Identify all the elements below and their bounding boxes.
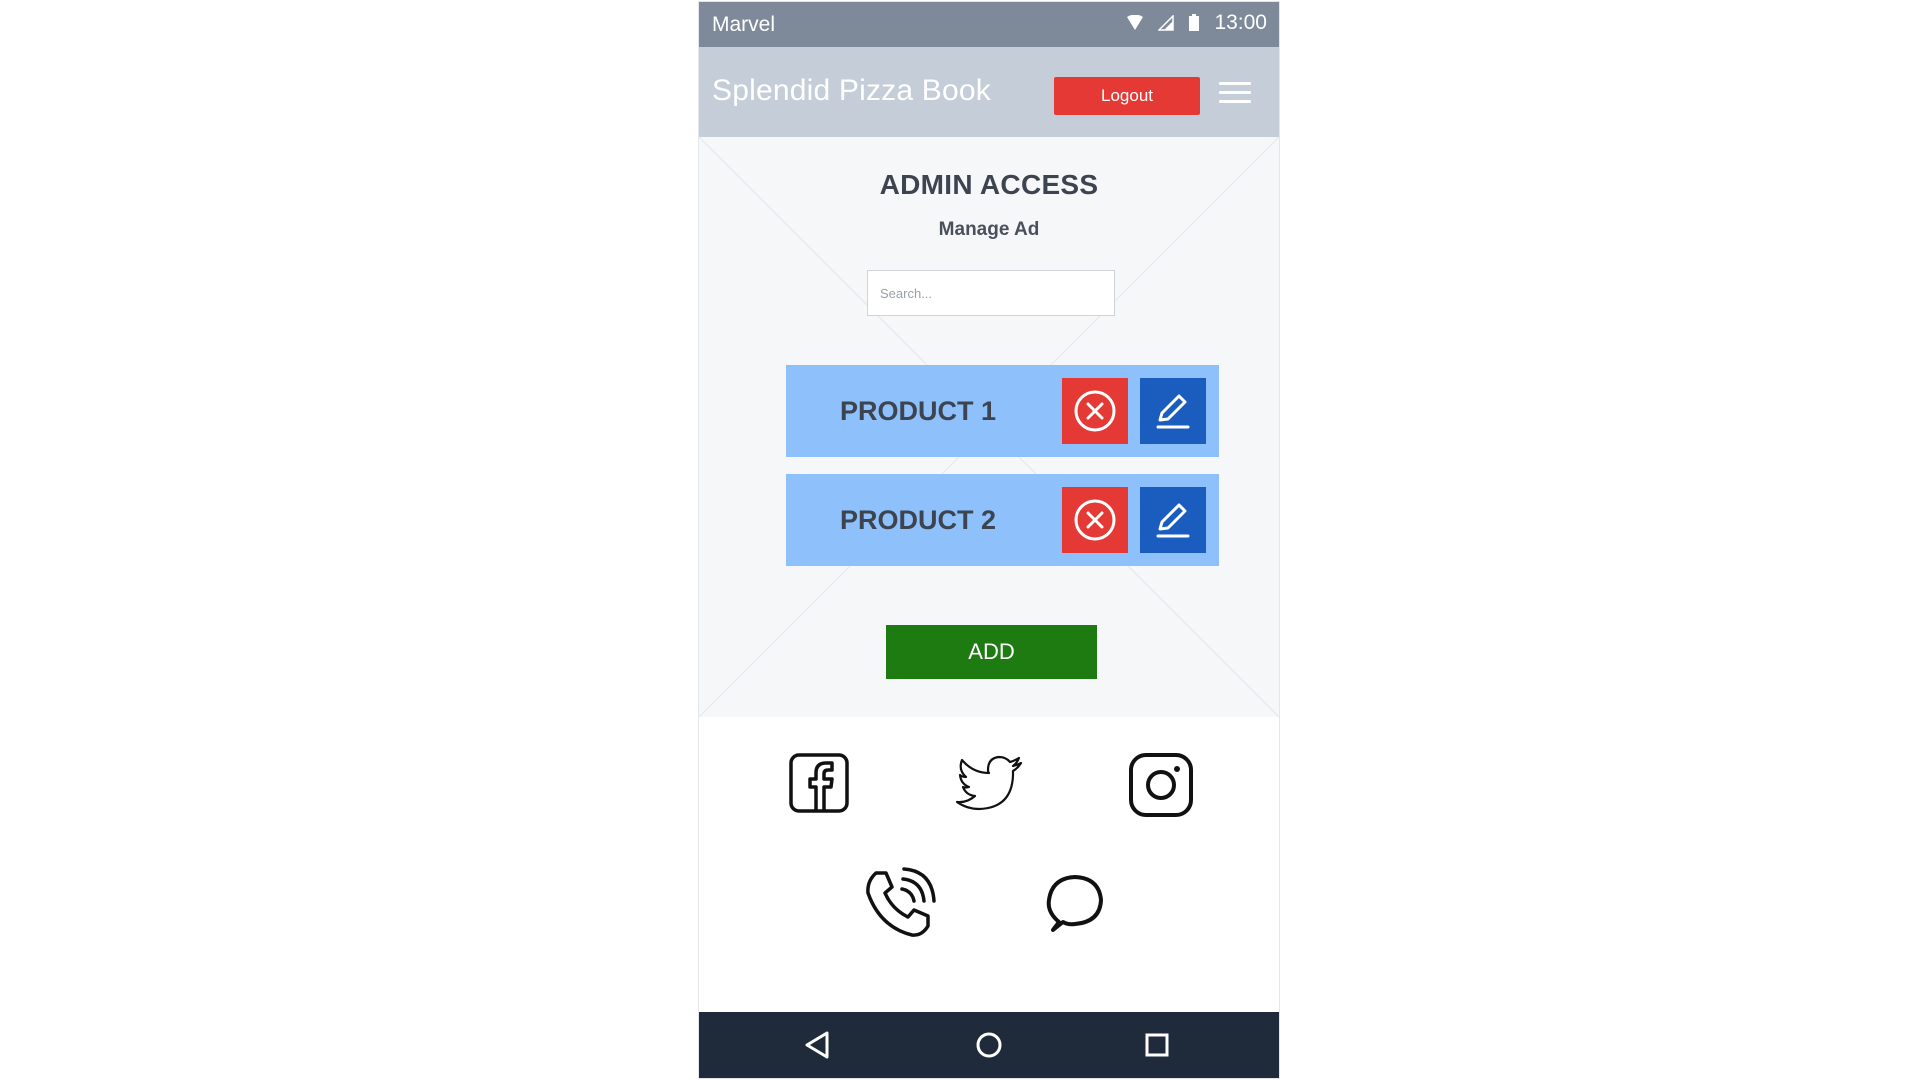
page-title: ADMIN ACCESS [879,169,1099,200]
close-circle-icon [1074,499,1116,541]
social-links [699,717,1279,1012]
app-header: Splendid Pizza Book Logout [699,47,1279,137]
product-name: PRODUCT 2 [840,504,997,535]
edit-product-button[interactable] [1140,487,1206,553]
twitter-icon[interactable] [955,754,1025,814]
pencil-icon [1156,394,1190,429]
instagram-icon[interactable] [1128,752,1194,818]
delete-product-button[interactable] [1062,487,1128,553]
add-product-button[interactable]: ADD [886,625,1097,679]
logout-button[interactable]: Logout [1054,77,1200,115]
facebook-icon[interactable] [788,752,850,814]
pencil-icon [1156,503,1190,538]
carrier-label: Marvel [712,13,776,36]
signal-icon [1158,15,1175,31]
hamburger-menu-icon[interactable] [1219,82,1251,108]
status-bar: Marvel 13:00 [699,2,1279,47]
app-title: Splendid Pizza Book [712,74,991,107]
clock: 13:00 [1214,11,1267,34]
wifi-icon [1127,15,1144,30]
system-nav-bar [699,1012,1279,1078]
phone-icon[interactable] [862,867,936,941]
page-subtitle: Manage Ad [938,219,1040,240]
product-row: PRODUCT 1 [786,365,1219,457]
close-circle-icon [1074,390,1116,432]
admin-panel: ADMIN ACCESS Manage Ad PRODUCT 1 [699,137,1279,717]
chat-bubble-icon[interactable] [1043,872,1107,936]
back-icon[interactable] [803,1030,831,1060]
phone-screen: Marvel 13:00 Splendid Pizza Book Logout [699,2,1279,1078]
recents-icon[interactable] [1143,1030,1171,1060]
search-input[interactable] [867,270,1115,316]
status-icons: 13:00 [1126,11,1267,35]
battery-icon [1189,14,1200,31]
product-row: PRODUCT 2 [786,474,1219,566]
delete-product-button[interactable] [1062,378,1128,444]
home-icon[interactable] [974,1030,1004,1060]
product-name: PRODUCT 1 [840,395,997,426]
edit-product-button[interactable] [1140,378,1206,444]
